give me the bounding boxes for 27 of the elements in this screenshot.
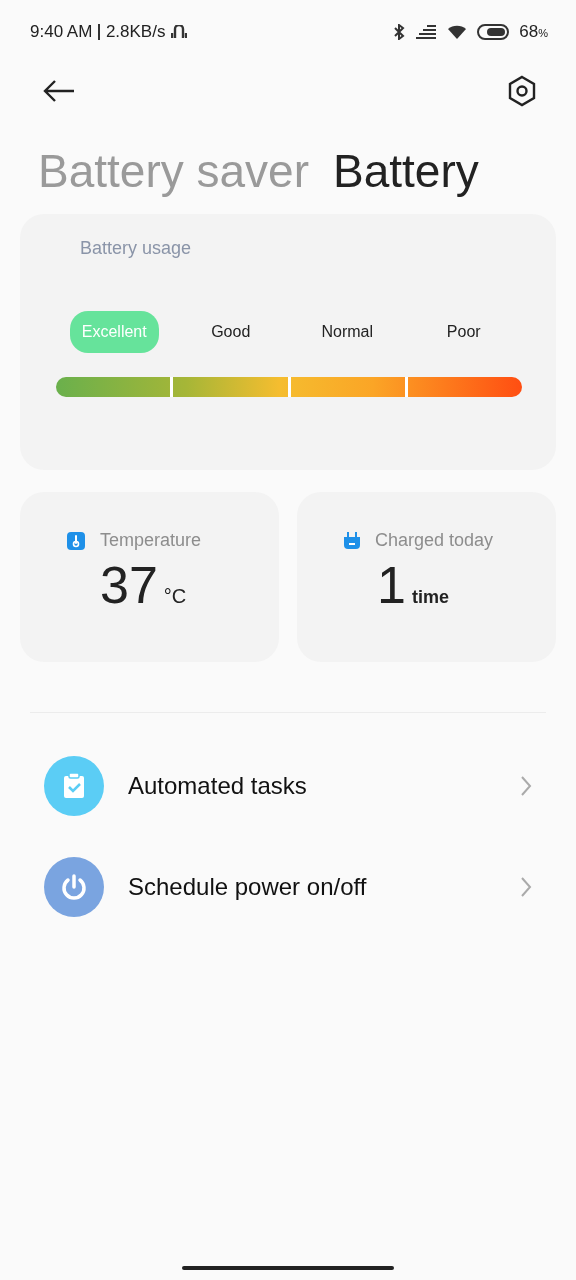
signal-bars-icon bbox=[415, 25, 438, 39]
thermometer-icon bbox=[66, 530, 86, 551]
stat-value: 1 bbox=[377, 555, 406, 615]
settings-icon[interactable] bbox=[506, 75, 538, 107]
stat-label: Temperature bbox=[100, 530, 202, 551]
plug-icon bbox=[343, 530, 361, 551]
list-item[interactable]: Schedule power on/off bbox=[0, 836, 576, 937]
tab[interactable]: Battery bbox=[333, 138, 479, 204]
back-icon[interactable] bbox=[42, 79, 76, 103]
battery-percent: 68% bbox=[519, 22, 548, 42]
wifi-icon bbox=[447, 25, 468, 39]
stat-label: Charged today bbox=[375, 530, 494, 551]
bluetooth-icon bbox=[393, 24, 406, 40]
list-item[interactable]: Automated tasks bbox=[0, 735, 576, 836]
chevron-icon bbox=[520, 875, 532, 898]
stat-unit: °C bbox=[163, 585, 187, 608]
card-title: Battery usage bbox=[79, 238, 193, 259]
chevron-icon bbox=[520, 774, 532, 797]
stat-value: 37 bbox=[100, 555, 158, 615]
level-bubble: Excellent bbox=[69, 311, 159, 353]
level-label: Normal bbox=[321, 322, 374, 342]
status-time: 9:40 AM bbox=[30, 22, 93, 42]
level-label: Poor bbox=[446, 322, 481, 342]
level-label: Good bbox=[211, 322, 251, 342]
battery-icon bbox=[477, 24, 510, 40]
stat-unit: time bbox=[411, 587, 449, 608]
network-speed: 2.8KB/s bbox=[105, 22, 166, 42]
